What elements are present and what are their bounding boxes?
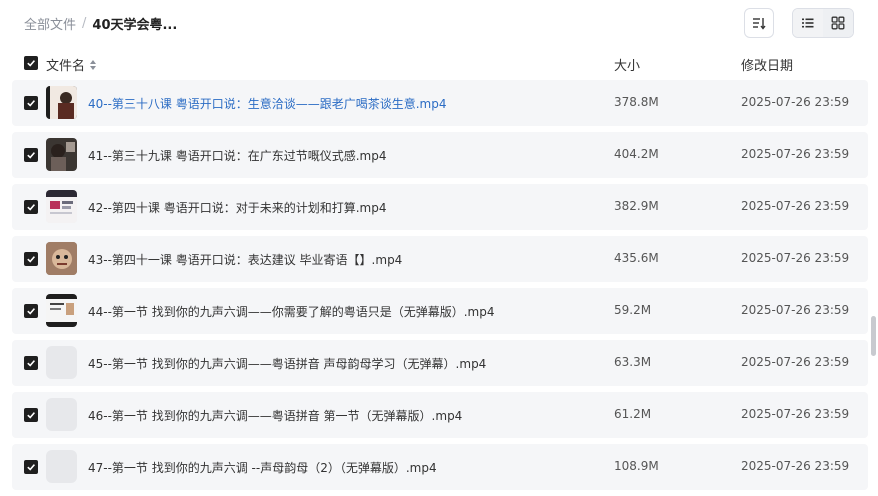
sort-button[interactable]	[744, 8, 774, 38]
size-column-header[interactable]: 大小	[614, 55, 640, 74]
row-checkbox[interactable]	[24, 252, 38, 266]
checkmark-icon	[27, 412, 36, 419]
breadcrumb-root-link[interactable]: 全部文件	[24, 14, 76, 33]
file-size: 59.2M	[614, 303, 652, 317]
file-list-header: 文件名 大小 修改日期	[24, 52, 868, 76]
file-row[interactable]: 47--第一节 找到你的九声六调 --声母韵母（2）（无弹幕版）.mp4 108…	[12, 444, 868, 490]
checkmark-icon	[27, 60, 36, 67]
video-thumbnail-placeholder[interactable]	[46, 398, 77, 431]
file-size: 61.2M	[614, 407, 652, 421]
name-column-header[interactable]: 文件名	[46, 55, 97, 74]
breadcrumb: 全部文件 / 40天学会粤...	[24, 14, 177, 33]
file-name-link[interactable]: 45--第一节 找到你的九声六调——粤语拼音 声母韵母学习（无弹幕）.mp4	[88, 355, 486, 372]
file-row[interactable]: 46--第一节 找到你的九声六调——粤语拼音 第一节（无弹幕版）.mp4 61.…	[12, 392, 868, 438]
file-size: 63.3M	[614, 355, 652, 369]
file-row[interactable]: 40--第三十八课 粤语开口说：生意洽谈——跟老广喝茶谈生意.mp4 378.8…	[12, 80, 868, 126]
row-checkbox[interactable]	[24, 408, 38, 422]
file-name-link[interactable]: 47--第一节 找到你的九声六调 --声母韵母（2）（无弹幕版）.mp4	[88, 459, 437, 476]
list-view-icon	[802, 18, 814, 28]
file-name-link[interactable]: 42--第四十课 粤语开口说：对于未来的计划和打算.mp4	[88, 199, 387, 216]
file-modified-date: 2025-07-26 23:59	[741, 199, 850, 213]
file-modified-date: 2025-07-26 23:59	[741, 355, 850, 369]
video-thumbnail[interactable]	[46, 86, 77, 119]
breadcrumb-current: 40天学会粤...	[92, 18, 178, 33]
row-checkbox[interactable]	[24, 148, 38, 162]
file-name-link[interactable]: 43--第四十一课 粤语开口说：表达建议 毕业寄语【】.mp4	[88, 251, 402, 268]
file-name-link[interactable]: 44--第一节 找到你的九声六调——你需要了解的粤语只是（无弹幕版）.mp4	[88, 303, 495, 320]
view-toggle	[792, 8, 854, 38]
file-modified-date: 2025-07-26 23:59	[741, 95, 850, 109]
row-checkbox[interactable]	[24, 460, 38, 474]
breadcrumb-separator: /	[82, 16, 87, 31]
row-checkbox[interactable]	[24, 304, 38, 318]
checkmark-icon	[27, 100, 36, 107]
file-row[interactable]: 44--第一节 找到你的九声六调——你需要了解的粤语只是（无弹幕版）.mp4 5…	[12, 288, 868, 334]
video-thumbnail-placeholder[interactable]	[46, 450, 77, 483]
checkmark-icon	[27, 464, 36, 471]
file-size: 404.2M	[614, 147, 659, 161]
file-modified-date: 2025-07-26 23:59	[741, 407, 850, 421]
file-list: 40--第三十八课 粤语开口说：生意洽谈——跟老广喝茶谈生意.mp4 378.8…	[12, 80, 868, 496]
date-column-header[interactable]: 修改日期	[741, 55, 793, 74]
checkmark-icon	[27, 308, 36, 315]
row-checkbox[interactable]	[24, 96, 38, 110]
file-size: 382.9M	[614, 199, 659, 213]
name-column-label: 文件名	[46, 59, 86, 74]
list-view-button[interactable]	[793, 9, 823, 37]
file-row[interactable]: 43--第四十一课 粤语开口说：表达建议 毕业寄语【】.mp4 435.6M 2…	[12, 236, 868, 282]
file-size: 435.6M	[614, 251, 659, 265]
file-row[interactable]: 41--第三十九课 粤语开口说：在广东过节嘅仪式感.mp4 404.2M 202…	[12, 132, 868, 178]
grid-view-icon	[831, 16, 845, 30]
sort-icon	[753, 18, 766, 30]
checkmark-icon	[27, 152, 36, 159]
video-thumbnail[interactable]	[46, 294, 77, 327]
checkmark-icon	[27, 256, 36, 263]
video-thumbnail[interactable]	[46, 138, 77, 171]
checkmark-icon	[27, 204, 36, 211]
file-modified-date: 2025-07-26 23:59	[741, 303, 850, 317]
file-modified-date: 2025-07-26 23:59	[741, 459, 850, 473]
file-name-link[interactable]: 46--第一节 找到你的九声六调——粤语拼音 第一节（无弹幕版）.mp4	[88, 407, 462, 424]
file-name-link[interactable]: 41--第三十九课 粤语开口说：在广东过节嘅仪式感.mp4	[88, 147, 387, 164]
video-thumbnail[interactable]	[46, 190, 77, 223]
file-size: 108.9M	[614, 459, 659, 473]
file-row[interactable]: 42--第四十课 粤语开口说：对于未来的计划和打算.mp4 382.9M 202…	[12, 184, 868, 230]
video-thumbnail-placeholder[interactable]	[46, 346, 77, 379]
vertical-scrollbar-thumb[interactable]	[871, 316, 876, 356]
video-thumbnail[interactable]	[46, 242, 77, 275]
checkmark-icon	[27, 360, 36, 367]
row-checkbox[interactable]	[24, 200, 38, 214]
file-modified-date: 2025-07-26 23:59	[741, 251, 850, 265]
sort-toggle-icon	[90, 59, 97, 70]
file-row[interactable]: 45--第一节 找到你的九声六调——粤语拼音 声母韵母学习（无弹幕）.mp4 6…	[12, 340, 868, 386]
file-modified-date: 2025-07-26 23:59	[741, 147, 850, 161]
grid-view-button[interactable]	[823, 9, 853, 37]
select-all-checkbox[interactable]	[24, 56, 38, 70]
row-checkbox[interactable]	[24, 356, 38, 370]
file-name-link[interactable]: 40--第三十八课 粤语开口说：生意洽谈——跟老广喝茶谈生意.mp4	[88, 95, 447, 112]
file-size: 378.8M	[614, 95, 659, 109]
